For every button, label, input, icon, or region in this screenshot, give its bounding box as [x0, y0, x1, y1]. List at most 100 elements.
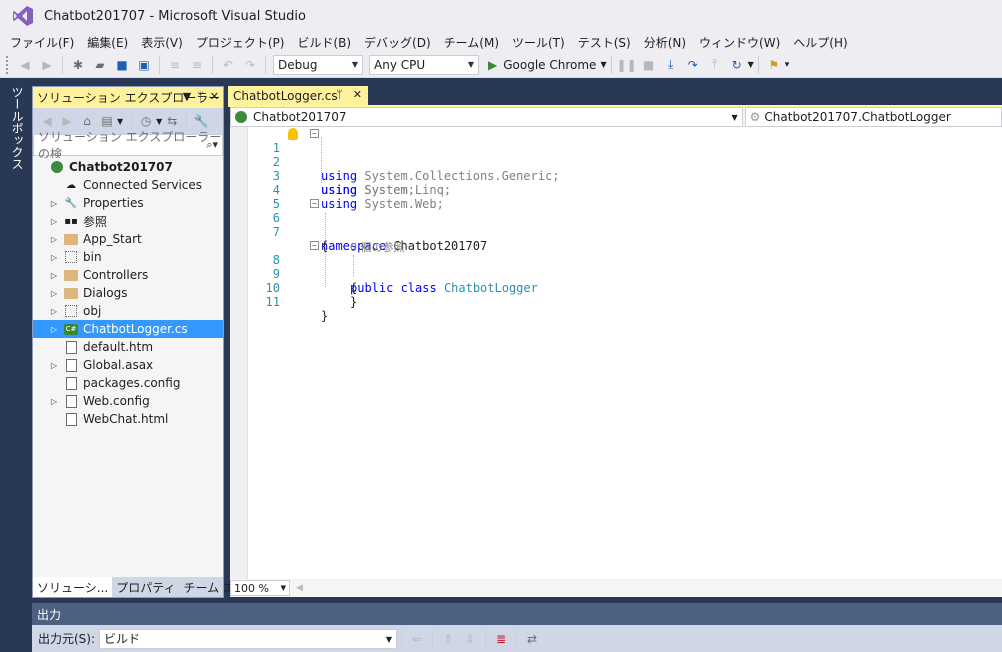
standard-toolbar: ◀ ▶ ✱ ▰ ■ ▣ ≡ ≡ ↶ ↷ Debug ▼ Any CPU ▼ ▶ … [0, 52, 1002, 78]
pin-icon[interactable]: ᛘ [336, 88, 343, 101]
type-navigation-select[interactable]: ⚙ Chatbot201707.ChatbotLogger [744, 107, 1002, 127]
previous-message-icon[interactable]: ⇑ [439, 630, 457, 648]
tree-project-node[interactable]: Chatbot201707 [33, 158, 223, 176]
project-navigation-select[interactable]: Chatbot201707 ▼ [230, 107, 743, 127]
tab-solution-explorer[interactable]: ソリューシ... [33, 577, 113, 597]
code-line-4: 4 using System.Web; [272, 183, 444, 211]
solution-explorer-bottom-tabs: ソリューシ... プロパティ チーム エク... [33, 577, 258, 597]
collapse-icon[interactable]: − [310, 199, 319, 208]
chevron-down-icon[interactable]: ▼ [156, 117, 162, 126]
code-line-9: 9 { [272, 267, 358, 295]
tree-item-web-config[interactable]: ▷ Web.config [33, 392, 223, 410]
undo-icon[interactable]: ↶ [219, 56, 237, 74]
chevron-down-icon[interactable]: ▼ [748, 60, 754, 69]
menu-build[interactable]: ビルド(B) [293, 34, 360, 51]
save-icon[interactable]: ■ [113, 56, 131, 74]
collapse-icon[interactable]: − [310, 129, 319, 138]
redo-icon[interactable]: ↷ [241, 56, 259, 74]
menu-file[interactable]: ファイル(F) [6, 34, 83, 51]
expand-arrow-icon[interactable]: ▷ [47, 307, 61, 316]
tab-chatbotlogger-cs[interactable]: ChatbotLogger.cs ᛘ ✕ [228, 86, 368, 105]
go-to-location-icon[interactable]: ⇐ [408, 630, 426, 648]
comment-icon[interactable]: ≡ [166, 56, 184, 74]
menu-project[interactable]: プロジェクト(P) [192, 34, 294, 51]
menu-help[interactable]: ヘルプ(H) [789, 34, 856, 51]
menu-view[interactable]: 表示(V) [137, 34, 192, 51]
tree-item-references[interactable]: ▷ ▪▪ 参照 [33, 212, 223, 230]
tab-properties[interactable]: プロパティ [112, 577, 179, 597]
word-wrap-icon[interactable]: ⇄ [523, 630, 541, 648]
folder-icon [63, 286, 79, 300]
refresh-icon[interactable]: ↻ [728, 56, 746, 74]
expand-arrow-icon[interactable]: ▷ [47, 271, 61, 280]
collapse-icon[interactable]: − [310, 241, 319, 250]
window-position-icon[interactable]: ▼ [183, 90, 191, 103]
step-into-icon[interactable]: ⤓ [662, 56, 680, 74]
tree-item-obj[interactable]: ▷ obj [33, 302, 223, 320]
toolbar-grip[interactable] [6, 55, 10, 74]
expand-arrow-icon[interactable]: ▷ [47, 289, 61, 298]
clear-all-icon[interactable]: ≣ [492, 630, 510, 648]
chevron-down-icon: ▼ [731, 113, 738, 122]
save-all-icon[interactable]: ▣ [135, 56, 153, 74]
open-file-icon[interactable]: ▰ [91, 56, 109, 74]
step-out-icon[interactable]: ⤒ [706, 56, 724, 74]
toolbox-tab[interactable]: ツールボックス [9, 86, 26, 170]
navigate-forward-icon[interactable]: ▶ [38, 56, 56, 74]
solution-search-input[interactable]: ソリューション エクスプローラー の検 ⌕▾ [33, 130, 223, 161]
menu-tools[interactable]: ツール(T) [508, 34, 574, 51]
toolbar-overflow-icon[interactable]: ▾ [785, 60, 790, 70]
tree-item-dialogs[interactable]: ▷ Dialogs [33, 284, 223, 302]
tree-item-label: packages.config [83, 376, 181, 390]
expand-arrow-icon[interactable]: ▷ [47, 361, 61, 370]
next-message-icon[interactable]: ⇓ [461, 630, 479, 648]
menu-window[interactable]: ウィンドウ(W) [695, 34, 789, 51]
tree-item-webchat-html[interactable]: WebChat.html [33, 410, 223, 428]
uncomment-icon[interactable]: ≡ [188, 56, 206, 74]
expand-arrow-icon[interactable]: ▷ [47, 397, 61, 406]
expand-arrow-icon[interactable]: ▷ [47, 235, 61, 244]
tree-item-connected-services[interactable]: ☁ Connected Services [33, 176, 223, 194]
start-debugging-button[interactable]: ▶ Google Chrome ▼ [488, 58, 607, 72]
tree-item-bin[interactable]: ▷ bin [33, 248, 223, 266]
stop-icon[interactable]: ■ [640, 56, 658, 74]
scroll-left-icon[interactable]: ◀ [296, 583, 303, 593]
menu-analyze[interactable]: 分析(N) [640, 34, 695, 51]
solution-platform-select[interactable]: Any CPU ▼ [369, 54, 479, 75]
pin-icon[interactable]: ᛘ [197, 90, 204, 103]
solution-configuration-select[interactable]: Debug ▼ [273, 54, 363, 75]
tree-item-chatbotlogger-cs[interactable]: ▷ C# ChatbotLogger.cs [33, 320, 223, 338]
pause-icon[interactable]: ❚❚ [617, 56, 637, 74]
solution-explorer-header: ソリューション エクスプローラー ▼ ᛘ ✕ [33, 87, 223, 108]
chevron-down-icon[interactable]: ▼ [117, 117, 123, 126]
search-icon[interactable]: ⌕▾ [206, 138, 218, 152]
tree-item-controllers[interactable]: ▷ Controllers [33, 266, 223, 284]
menu-debug[interactable]: デバッグ(D) [360, 34, 440, 51]
tree-item-label: 参照 [83, 214, 108, 229]
tree-item-global-asax[interactable]: ▷ Global.asax [33, 356, 223, 374]
tree-item-properties[interactable]: ▷ 🔧 Properties [33, 194, 223, 212]
menu-team[interactable]: チーム(M) [440, 34, 508, 51]
tree-item-packages-config[interactable]: packages.config [33, 374, 223, 392]
code-editor[interactable]: 1 − using System; 2 using System.Collect… [230, 127, 1002, 579]
new-project-icon[interactable]: ✱ [69, 56, 87, 74]
tree-item-app-start[interactable]: ▷ App_Start [33, 230, 223, 248]
find-icon[interactable]: ⚑ [765, 56, 783, 74]
output-source-select[interactable]: ビルド ▼ [99, 628, 398, 649]
menu-test[interactable]: テスト(S) [574, 34, 640, 51]
close-icon[interactable]: ✕ [353, 88, 362, 101]
zoom-select[interactable]: 100 % ▼ [230, 580, 290, 596]
tree-item-default-htm[interactable]: default.htm [33, 338, 223, 356]
code-lens-references[interactable]: 0 個の参照 [230, 225, 1002, 254]
config-file-icon [63, 376, 79, 390]
expand-arrow-icon[interactable]: ▷ [47, 199, 61, 208]
close-icon[interactable]: ✕ [210, 90, 219, 103]
expand-arrow-icon[interactable]: ▷ [47, 253, 61, 262]
lightbulb-icon[interactable] [288, 128, 298, 140]
expand-arrow-icon[interactable]: ▷ [47, 217, 61, 226]
menu-edit[interactable]: 編集(E) [83, 34, 137, 51]
step-over-icon[interactable]: ↷ [684, 56, 702, 74]
navigate-back-icon[interactable]: ◀ [16, 56, 34, 74]
chevron-down-icon[interactable]: ▼ [600, 60, 606, 69]
expand-arrow-icon[interactable]: ▷ [47, 325, 61, 334]
